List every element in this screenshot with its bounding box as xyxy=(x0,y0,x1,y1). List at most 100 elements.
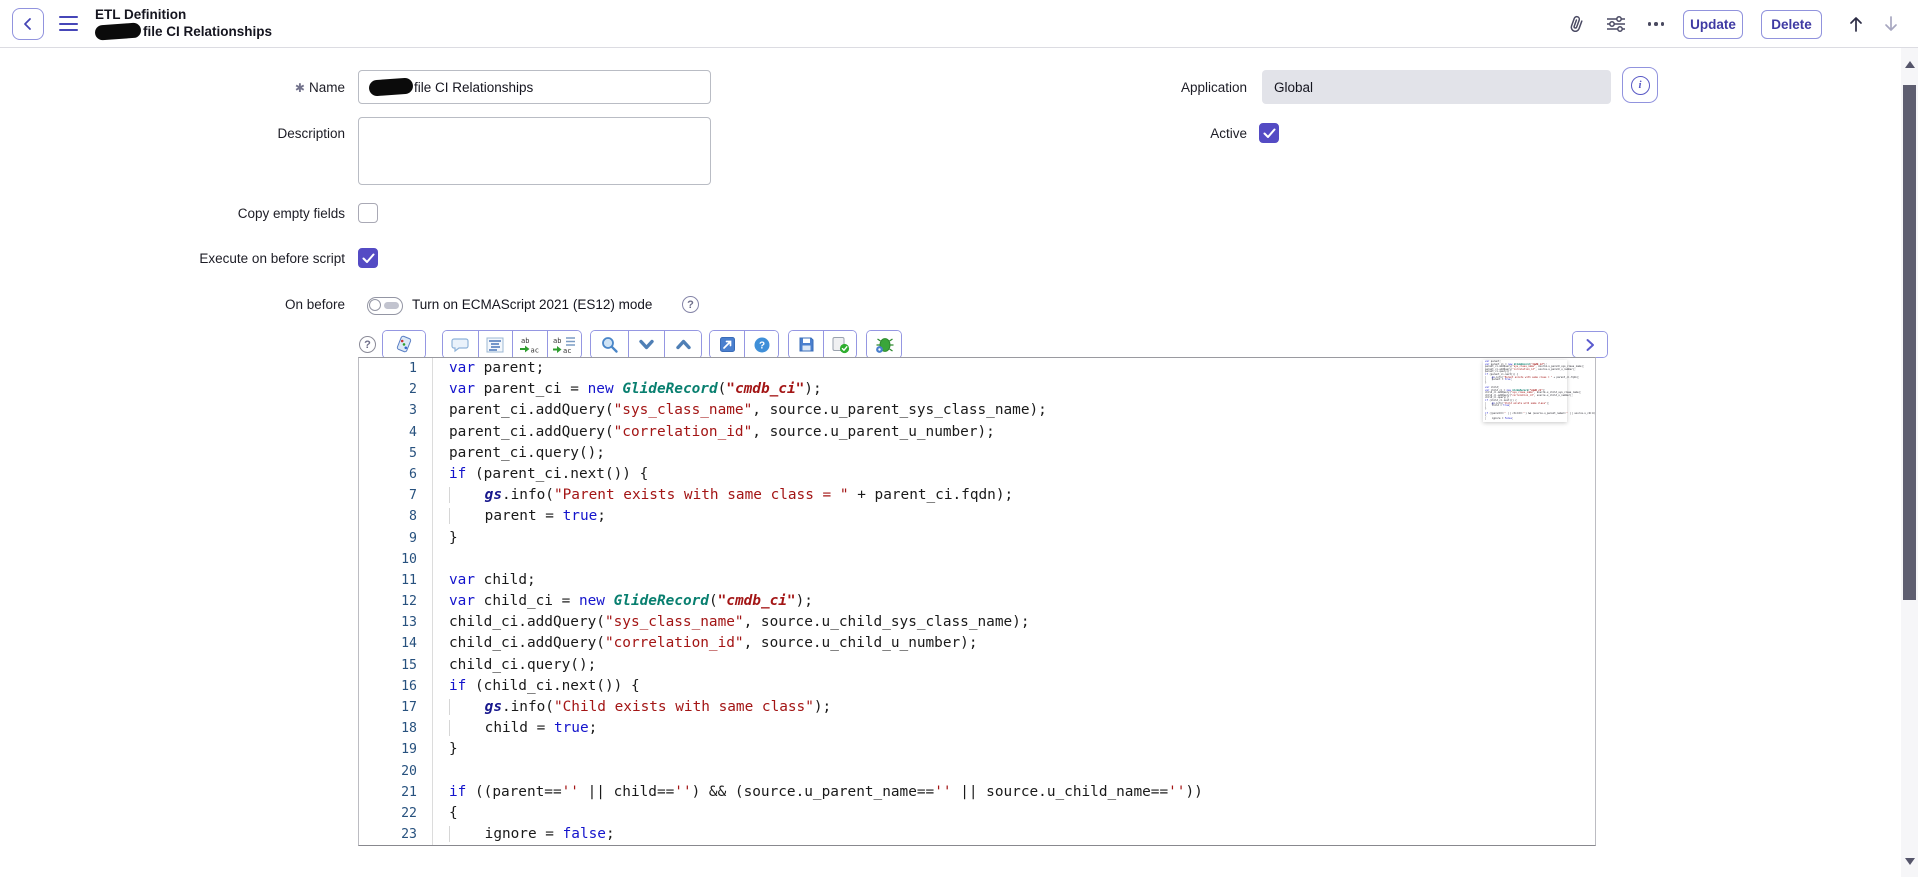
info-icon: i xyxy=(1630,75,1650,95)
delete-button[interactable]: Delete xyxy=(1761,10,1822,39)
open-in-new-window-button[interactable] xyxy=(710,331,744,358)
back-button[interactable] xyxy=(12,8,44,40)
line-number: 14 xyxy=(401,636,417,652)
find-previous-button[interactable] xyxy=(664,331,701,358)
previous-record-button[interactable] xyxy=(1845,13,1867,35)
code-line: 13 child_ci.addQuery("sys_class_name", so… xyxy=(359,612,1595,633)
execute-on-before-script-checkbox[interactable] xyxy=(358,248,378,268)
code-line: 8 parent = true; xyxy=(359,506,1595,527)
help-circle-icon: ? xyxy=(754,337,769,352)
more-options-button[interactable] xyxy=(1645,13,1667,35)
line-number: 5 xyxy=(409,445,417,461)
line-number: 11 xyxy=(401,572,417,588)
line-number: 21 xyxy=(401,784,417,800)
replace-button[interactable]: ab ac xyxy=(512,331,547,358)
line-number: 20 xyxy=(401,763,417,779)
paperclip-icon xyxy=(1570,15,1583,33)
code-area[interactable]: 1 var parent; 2 var parent_ci = new GlideRe… xyxy=(359,358,1595,845)
syntax-check-button[interactable] xyxy=(823,331,856,358)
code-line: 23 ignore = false; xyxy=(359,824,1595,845)
line-number: 8 xyxy=(409,509,417,525)
description-label: Description xyxy=(277,126,345,141)
svg-text:?: ? xyxy=(758,340,764,351)
line-number: 19 xyxy=(401,742,417,758)
header-bar: ETL Definition file CI Relationships Upd… xyxy=(0,0,1918,48)
es12-mode-toggle[interactable] xyxy=(367,297,403,315)
syntax-editor-toggle-button[interactable] xyxy=(383,331,425,358)
editor-help-button[interactable]: ? xyxy=(744,331,778,358)
code-line: 1 var parent; xyxy=(359,358,1595,379)
editor-help-left-button[interactable]: ? xyxy=(359,336,376,353)
es12-help-button[interactable]: ? xyxy=(682,296,699,313)
update-button[interactable]: Update xyxy=(1683,10,1743,39)
attachment-button[interactable] xyxy=(1565,13,1587,35)
code-line: 9} xyxy=(359,528,1595,549)
on-before-label: On before xyxy=(284,297,345,312)
scroll-down-button[interactable] xyxy=(1901,853,1918,869)
line-number: 9 xyxy=(409,530,417,546)
redaction-blob xyxy=(368,77,414,97)
expand-toolbar-button[interactable] xyxy=(1573,332,1607,357)
redaction-blob xyxy=(94,22,142,41)
scroll-up-button[interactable] xyxy=(1901,56,1918,72)
line-number: 2 xyxy=(409,382,417,398)
line-number: 6 xyxy=(409,466,417,482)
active-label: Active xyxy=(1210,126,1247,141)
code-line: 10 xyxy=(359,549,1595,570)
gutter-divider xyxy=(432,358,433,845)
svg-text:ab: ab xyxy=(553,337,561,345)
script-code-editor[interactable]: 1 var parent; 2 var parent_ci = new GlideRe… xyxy=(358,357,1596,846)
question-icon: ? xyxy=(682,296,699,313)
script-debugger-button[interactable] xyxy=(867,331,901,358)
next-record-button[interactable] xyxy=(1880,13,1902,35)
svg-text:ac: ac xyxy=(531,346,539,354)
application-info-button[interactable]: i xyxy=(1622,67,1658,103)
code-line: 21 if ((parent=='' || child=='') && (sour… xyxy=(359,782,1595,803)
replace-all-button[interactable]: ab ac xyxy=(546,331,581,358)
copy-empty-fields-checkbox[interactable] xyxy=(358,203,378,223)
replace-all-icon: ab ac xyxy=(553,337,576,354)
save-button[interactable] xyxy=(789,331,823,358)
sliders-icon xyxy=(1607,16,1625,32)
code-line: 12 var child_ci = new GlideRecord("cmdb_c… xyxy=(359,591,1595,612)
line-number: 22 xyxy=(401,805,417,821)
personalize-form-button[interactable] xyxy=(1605,13,1627,35)
up-arrow-icon xyxy=(1850,17,1862,32)
find-next-button[interactable] xyxy=(627,331,665,358)
description-textarea[interactable] xyxy=(358,117,711,185)
required-icon: ✱ xyxy=(294,81,305,95)
code-line: 18 child = true; xyxy=(359,718,1595,739)
script-debugger-icon xyxy=(876,337,894,353)
triangle-down-icon xyxy=(1904,857,1915,865)
check-icon xyxy=(1263,128,1275,138)
replace-icon: ab ac xyxy=(520,337,539,354)
search-button[interactable] xyxy=(591,331,628,358)
code-line: 6 if (parent_ci.next()) { xyxy=(359,464,1595,485)
code-line: 2 var parent_ci = new GlideRecord("cmdb_c… xyxy=(359,379,1595,400)
record-subtitle: file CI Relationships xyxy=(94,22,272,41)
minimap[interactable]: var parent; var parent_ci = new GlideRec… xyxy=(1483,360,1595,422)
line-number: 17 xyxy=(401,700,417,715)
scrollbar-thumb[interactable] xyxy=(1903,85,1916,600)
active-checkbox[interactable] xyxy=(1259,123,1279,143)
chevron-right-icon xyxy=(1586,338,1594,351)
syntax-editor-icon xyxy=(396,335,412,353)
code-line: 4 parent_ci.addQuery("correlation_id", so… xyxy=(359,422,1595,443)
format-code-button[interactable] xyxy=(477,331,512,358)
line-number: 18 xyxy=(401,721,417,737)
code-line: 3 parent_ci.addQuery("sys_class_name", so… xyxy=(359,400,1595,421)
line-number: 1 xyxy=(409,361,417,376)
code-line: 17 gs.info("Child exists with same class… xyxy=(359,697,1595,718)
page-scrollbar[interactable] xyxy=(1901,48,1918,877)
application-label: Application xyxy=(1180,80,1247,95)
svg-text:ab: ab xyxy=(521,337,529,345)
toggle-comment-button[interactable] xyxy=(443,331,478,358)
name-input[interactable]: file CI Relationships xyxy=(358,70,711,104)
es12-toggle-label: Turn on ECMAScript 2021 (ES12) mode xyxy=(412,297,653,312)
copy-empty-fields-label: Copy empty fields xyxy=(237,206,345,221)
search-icon xyxy=(601,337,618,353)
context-menu-icon[interactable] xyxy=(59,16,78,31)
line-number: 12 xyxy=(401,594,417,610)
save-icon xyxy=(799,337,813,352)
line-number: 10 xyxy=(401,551,417,567)
